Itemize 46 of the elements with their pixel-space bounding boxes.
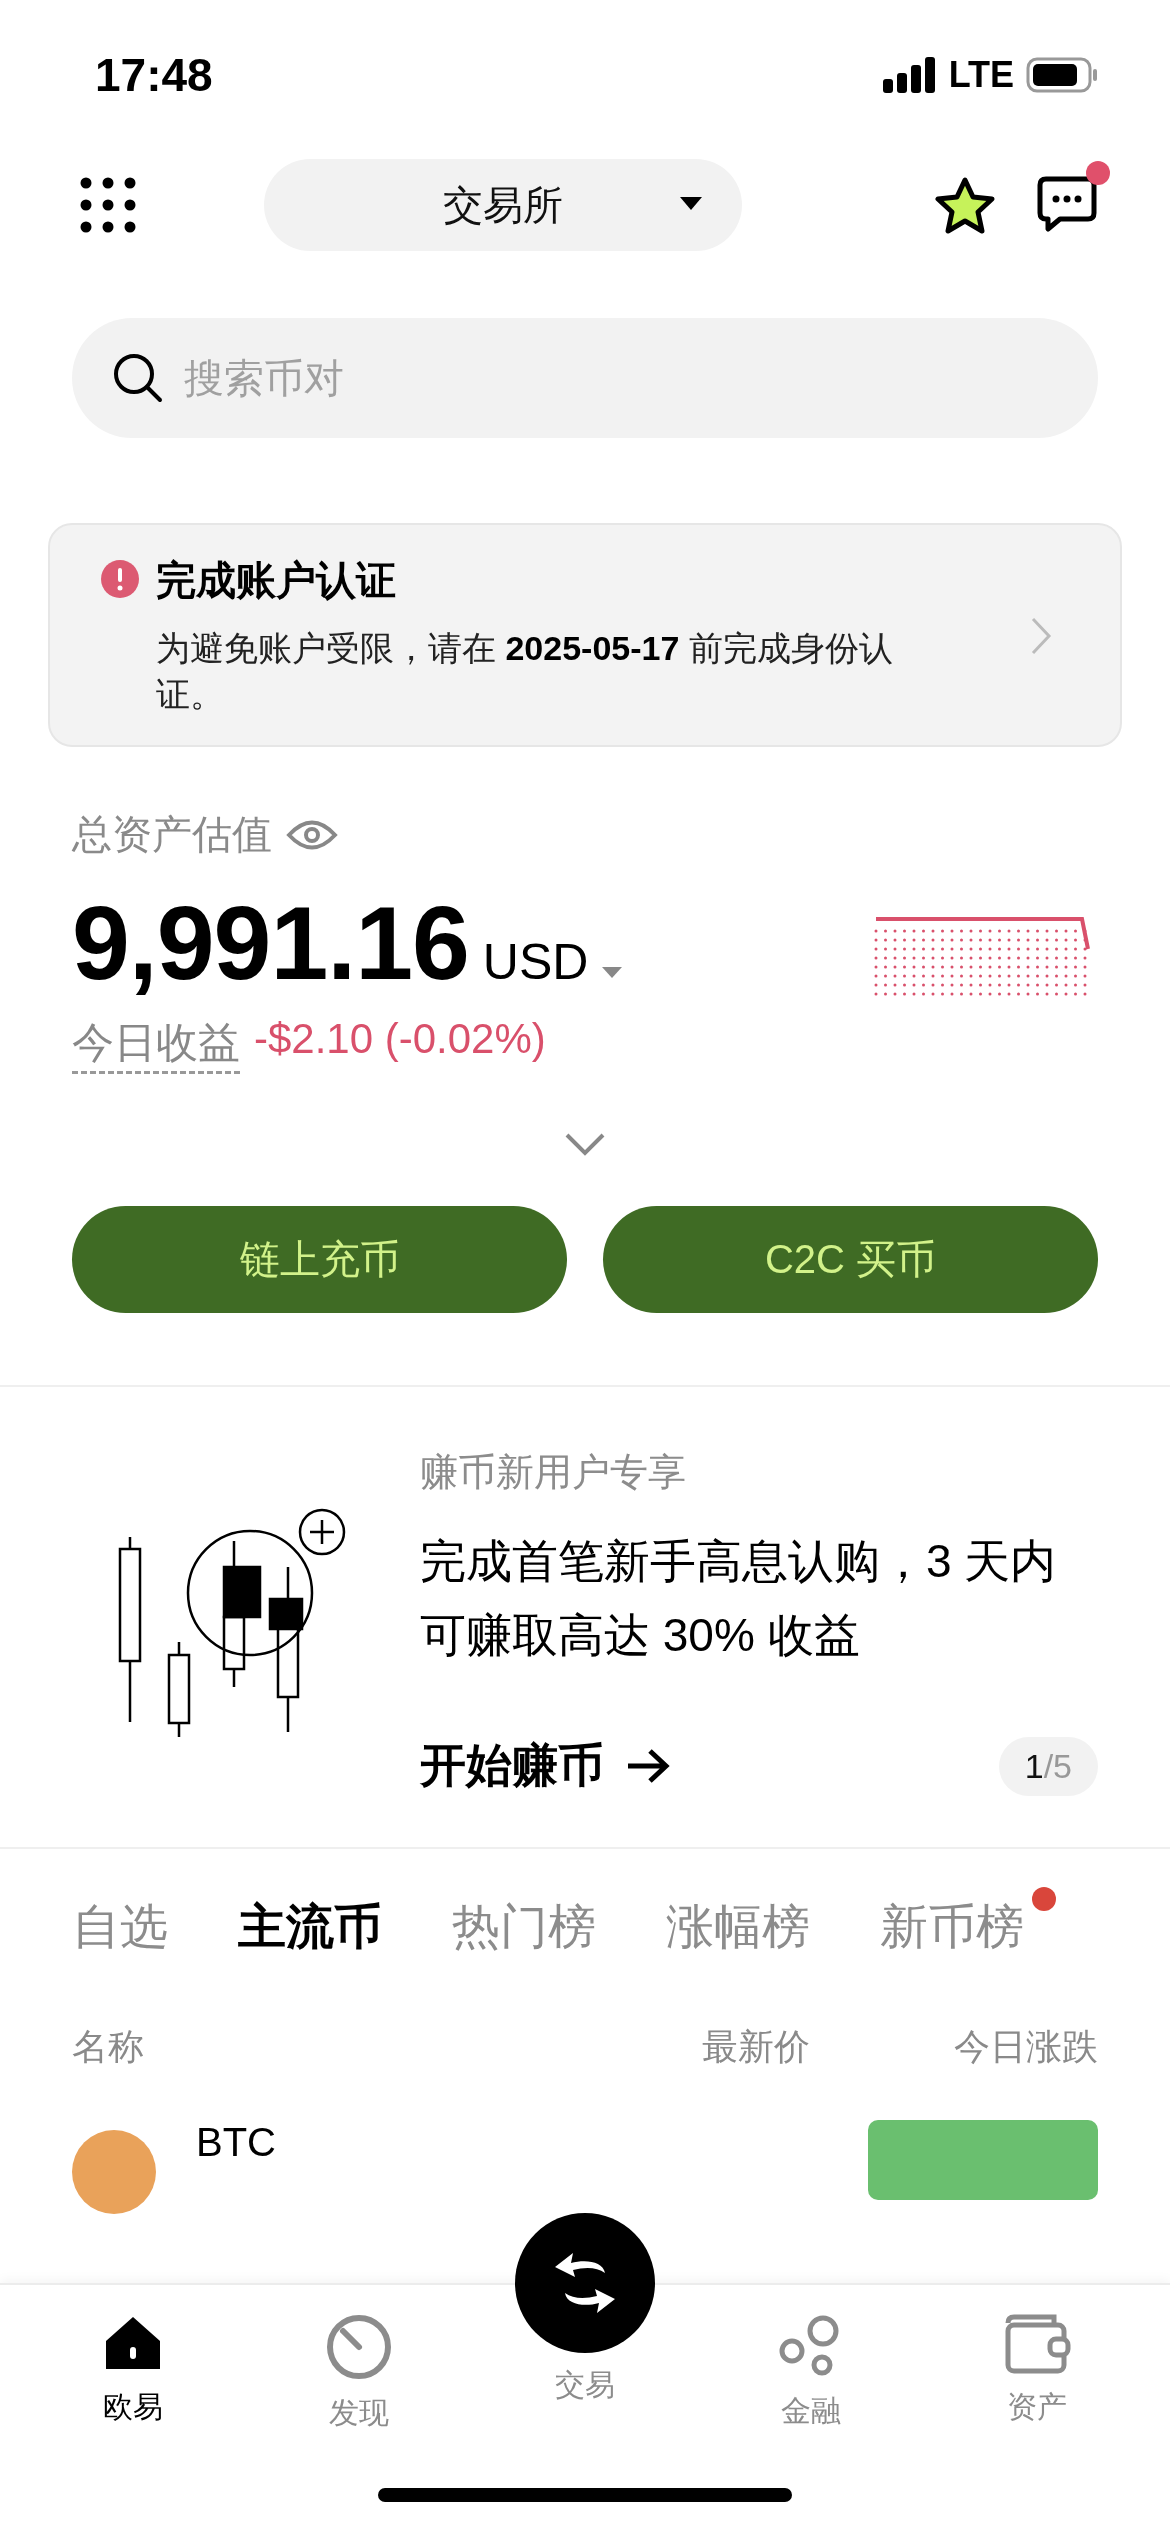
network-label: LTE — [948, 54, 1014, 96]
caret-icon — [680, 197, 702, 211]
promo-title: 完成首笔新手高息认购，3 天内可赚取高达 30% 收益 — [420, 1534, 1058, 1663]
market-tab[interactable]: 自选 — [72, 1895, 168, 1959]
search-icon — [112, 352, 164, 404]
market-tab[interactable]: 新币榜 — [880, 1895, 1024, 1959]
banner-title: 完成账户认证 — [156, 557, 397, 604]
plus-icon — [298, 1508, 346, 1556]
market-tab[interactable]: 热门榜 — [452, 1895, 596, 1959]
arrow-right-icon — [626, 1748, 670, 1784]
currency-label[interactable]: USD — [482, 933, 589, 991]
action-button[interactable]: C2C 买币 — [603, 1206, 1098, 1313]
market-tab[interactable]: 主流币 — [238, 1895, 382, 1959]
assets-value: 9,991.16 — [72, 884, 469, 1003]
tab-bar-item[interactable]: 发现 — [259, 2285, 459, 2532]
compass-icon — [325, 2313, 393, 2381]
chat-icon[interactable] — [1036, 175, 1098, 235]
battery-icon — [1026, 57, 1098, 93]
pnl-value: -$2.10 (-0.02%) — [254, 1015, 546, 1064]
verification-banner[interactable]: 完成账户认证 为避免账户受限，请在 2025-05-17 前完成身份认证。 — [48, 523, 1122, 747]
banner-message: 为避免账户受限，请在 2025-05-17 前完成身份认证。 — [156, 628, 894, 715]
pnl-label: 今日收益 — [72, 1015, 240, 1074]
market-tab[interactable]: 涨幅榜 — [666, 1895, 810, 1959]
assets-label: 总资产估值 — [72, 811, 272, 858]
tab-bar-item[interactable]: 金融 — [711, 2285, 911, 2532]
chevron-down-icon[interactable] — [564, 1132, 606, 1156]
column-header: 最新价 — [702, 2025, 810, 2069]
tab-bar-item[interactable]: 欧易 — [33, 2285, 233, 2532]
page-indicator: 1/5 — [998, 1736, 1098, 1796]
search-field[interactable]: 搜索币对 — [72, 318, 1098, 438]
star-icon[interactable] — [934, 176, 996, 234]
caret-icon[interactable] — [602, 967, 623, 979]
coin-symbol: BTC — [196, 2120, 276, 2165]
chevron-right-icon — [1030, 616, 1052, 656]
apps-grid-icon[interactable] — [80, 177, 136, 233]
promo-kicker: 赚币新用户专享 — [420, 1450, 687, 1495]
tab-bar-item[interactable]: 资产 — [937, 2285, 1137, 2532]
alert-icon — [100, 559, 140, 599]
action-button[interactable]: 链上充币 — [72, 1206, 567, 1313]
signal-icon — [882, 57, 937, 93]
status-time: 17:48 — [95, 48, 213, 102]
start-earning-link[interactable]: 开始赚币 — [420, 1735, 670, 1797]
tab-bar-item[interactable]: 交易 — [485, 2213, 685, 2407]
column-header: 名称 — [72, 2025, 144, 2069]
column-header: 今日涨跌 — [954, 2025, 1098, 2069]
exchange-selector[interactable]: 交易所 — [264, 159, 742, 251]
